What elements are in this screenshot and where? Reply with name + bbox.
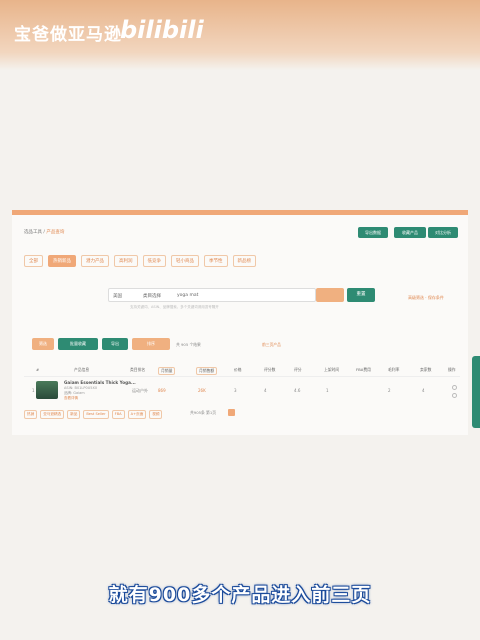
tag-item: 亚马逊精选: [40, 410, 65, 419]
col-margin[interactable]: 毛利率: [388, 367, 399, 373]
search-button[interactable]: [316, 288, 344, 302]
col-reviews[interactable]: 评分数: [264, 367, 275, 373]
pagination-info: 共905条 第1页: [190, 410, 217, 415]
export-button[interactable]: 导出数据: [358, 227, 388, 238]
filter-button[interactable]: 筛选: [32, 338, 54, 350]
advanced-filter-link[interactable]: 高级筛选 · 保存条件: [408, 295, 444, 301]
tab-new-list[interactable]: 新品榜: [232, 255, 256, 267]
breadcrumb: 选品工具 / 产品查询: [24, 230, 65, 235]
col-revenue[interactable]: 月销售额: [196, 367, 218, 375]
tab-low-competition[interactable]: 低竞争: [142, 255, 166, 267]
next-page-button[interactable]: [228, 409, 235, 416]
cell-sellers: 4: [422, 388, 425, 393]
tab-hot-new[interactable]: 热销新品: [48, 255, 76, 267]
product-tags: 热销 亚马逊精选 新品 Best Seller FBA A+页面 视频: [24, 410, 163, 419]
cell-rating: 4.6: [294, 388, 301, 393]
video-subtitle: 就有900多个产品进入前三页: [108, 584, 372, 606]
compare-button[interactable]: 对比分析: [428, 227, 458, 238]
cell-rank: 运动户外: [132, 388, 148, 393]
tag-item: A+页面: [127, 410, 147, 419]
product-asin: ASIN: B01LP0U5X0: [64, 386, 98, 390]
breadcrumb-current: 产品查询: [46, 230, 65, 235]
video-top-banner: 宝爸做亚马逊 bilibili: [0, 0, 480, 70]
table-header: # 产品信息 类目排名 月销量 月销售额 价格 评分数 评分 上架时间 FBA费…: [24, 365, 460, 375]
row-index: 1: [32, 388, 35, 393]
cell-sales: 869: [158, 388, 166, 393]
app-screenshot: 选品工具 / 产品查询 导出数据 收藏产品 对比分析 全部 热销新品 潜力产品 …: [12, 210, 468, 435]
filter-tabs: 全部 热销新品 潜力产品 高利润 低竞争 轻小商品 季节性 新品榜: [24, 255, 256, 267]
chart-icon[interactable]: [452, 393, 457, 398]
col-fba[interactable]: FBA费用: [356, 367, 371, 373]
result-extra: 前三页产品: [262, 342, 281, 347]
col-index: #: [36, 367, 40, 372]
export-action-button[interactable]: 导出: [102, 338, 128, 350]
tag-item: 热销: [24, 410, 38, 419]
search-bar: 美国 类目选择 yoga mat: [108, 288, 316, 302]
cell-date: 1: [326, 388, 329, 393]
search-input[interactable]: yoga mat: [177, 293, 198, 298]
product-thumbnail[interactable]: [36, 381, 58, 399]
product-detail-link[interactable]: 查看详情: [64, 396, 78, 401]
col-date[interactable]: 上架时间: [324, 367, 339, 373]
cell-reviews: 4: [264, 388, 267, 393]
tab-seasonal[interactable]: 季节性: [204, 255, 228, 267]
tag-item: 视频: [149, 410, 163, 419]
col-rank: 类目排名: [130, 367, 146, 372]
search-hint: 支持关键词、ASIN、品牌搜索，多个关键词请用逗号隔开: [130, 305, 219, 309]
col-sales[interactable]: 月销量: [158, 367, 176, 375]
tag-item: FBA: [111, 410, 125, 419]
col-price[interactable]: 价格: [234, 367, 242, 373]
batch-favorite-button[interactable]: 批量收藏: [58, 338, 98, 350]
col-sellers[interactable]: 卖家数: [420, 367, 431, 373]
col-actions: 操作: [448, 367, 456, 372]
favorite-button[interactable]: 收藏产品: [394, 227, 426, 238]
col-product: 产品信息: [74, 367, 90, 372]
tag-item: 新品: [67, 410, 81, 419]
bilibili-logo: bilibili: [120, 16, 204, 44]
col-rating[interactable]: 评分: [294, 367, 302, 373]
reset-button[interactable]: 重置: [347, 288, 375, 302]
cell-revenue: 26K: [198, 388, 206, 393]
site-select[interactable]: 美国: [113, 293, 122, 299]
breadcrumb-parent[interactable]: 选品工具: [24, 230, 42, 235]
side-tab[interactable]: [472, 356, 480, 428]
cell-price: 3: [234, 388, 237, 393]
product-name[interactable]: Gaiam Essentials Thick Yoga...: [64, 380, 136, 385]
favorite-icon[interactable]: [452, 385, 457, 390]
tag-item: Best Seller: [83, 410, 109, 419]
result-count: 共 905 个结果: [176, 342, 201, 347]
divider: [24, 376, 460, 377]
cell-margin: 2: [388, 388, 391, 393]
tab-all[interactable]: 全部: [24, 255, 43, 267]
channel-name: 宝爸做亚马逊: [14, 25, 122, 45]
tab-potential[interactable]: 潜力产品: [81, 255, 109, 267]
category-select[interactable]: 类目选择: [143, 293, 161, 299]
sort-button[interactable]: 排序: [132, 338, 170, 350]
tab-high-profit[interactable]: 高利润: [114, 255, 138, 267]
tab-light[interactable]: 轻小商品: [171, 255, 199, 267]
